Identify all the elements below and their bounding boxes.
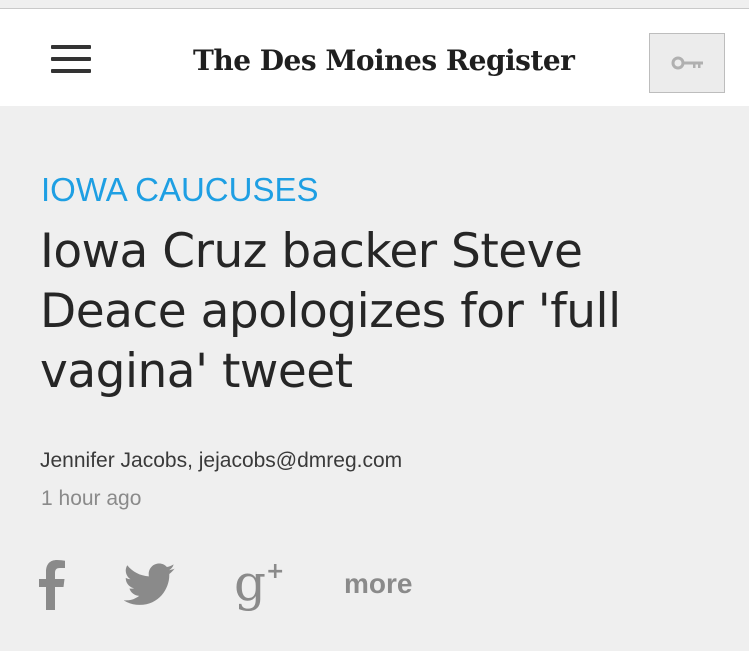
twitter-share-button[interactable] (123, 562, 176, 608)
svg-text:g: g (234, 556, 266, 612)
menu-line (51, 69, 91, 73)
more-share-button[interactable]: more (344, 566, 412, 602)
google-plus-share-button[interactable]: g + (232, 554, 292, 612)
article-headline: Iowa Cruz backer Steve Deace apologizes … (40, 224, 621, 399)
login-button[interactable] (649, 33, 725, 93)
menu-line (51, 57, 91, 61)
masthead-logo[interactable]: The Des Moines Register (193, 41, 575, 81)
facebook-icon (39, 560, 65, 610)
key-icon (671, 56, 703, 70)
menu-line (51, 45, 91, 49)
svg-text:+: + (266, 559, 284, 584)
facebook-share-button[interactable] (38, 560, 66, 610)
top-bar: The Des Moines Register (0, 9, 749, 106)
section-label[interactable]: IOWA CAUCUSES (41, 168, 319, 212)
publish-timestamp: 1 hour ago (41, 487, 142, 510)
twitter-icon (123, 563, 176, 605)
google-plus-icon: g + (234, 554, 284, 612)
hamburger-menu-icon[interactable] (51, 45, 91, 73)
author-byline[interactable]: Jennifer Jacobs, jejacobs@dmreg.com (40, 447, 402, 475)
